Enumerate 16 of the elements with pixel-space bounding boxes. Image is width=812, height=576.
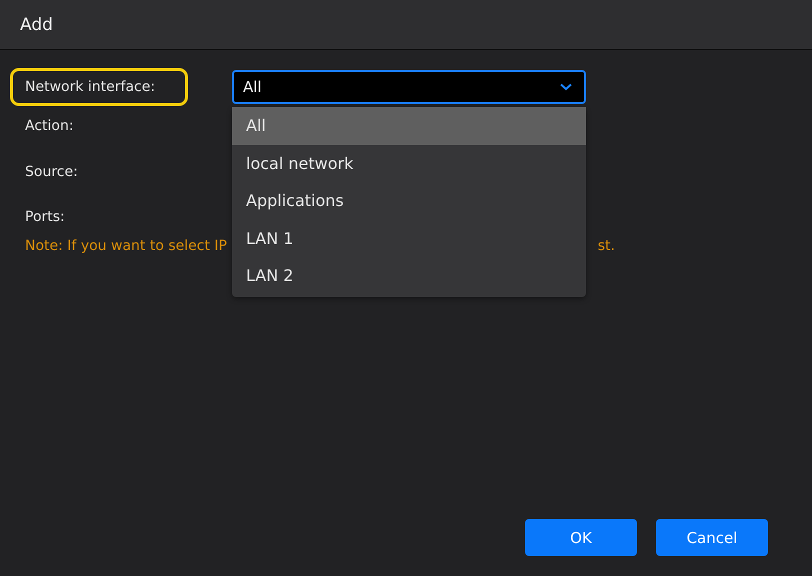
dropdown-option[interactable]: LAN 1 [232, 220, 586, 257]
window-title: Add [20, 14, 53, 34]
dropdown-option[interactable]: local network [232, 144, 586, 182]
ok-button[interactable]: OK [525, 519, 637, 556]
action-label: Action: [24, 118, 75, 134]
ports-label: Ports: [24, 209, 66, 225]
cancel-button[interactable]: Cancel [656, 519, 768, 556]
chevron-down-icon [560, 83, 572, 91]
dropdown-option[interactable]: Applications [232, 182, 586, 220]
network-interface-label: Network interface: [10, 68, 188, 106]
note-text: Note: If you want to select IP [25, 238, 227, 254]
source-label: Source: [24, 164, 79, 180]
dropdown-option[interactable]: LAN 2 [232, 257, 586, 294]
network-interface-dropdown[interactable]: All [232, 70, 586, 104]
note-text: st. [598, 238, 615, 254]
dropdown-option[interactable]: All [232, 107, 586, 144]
